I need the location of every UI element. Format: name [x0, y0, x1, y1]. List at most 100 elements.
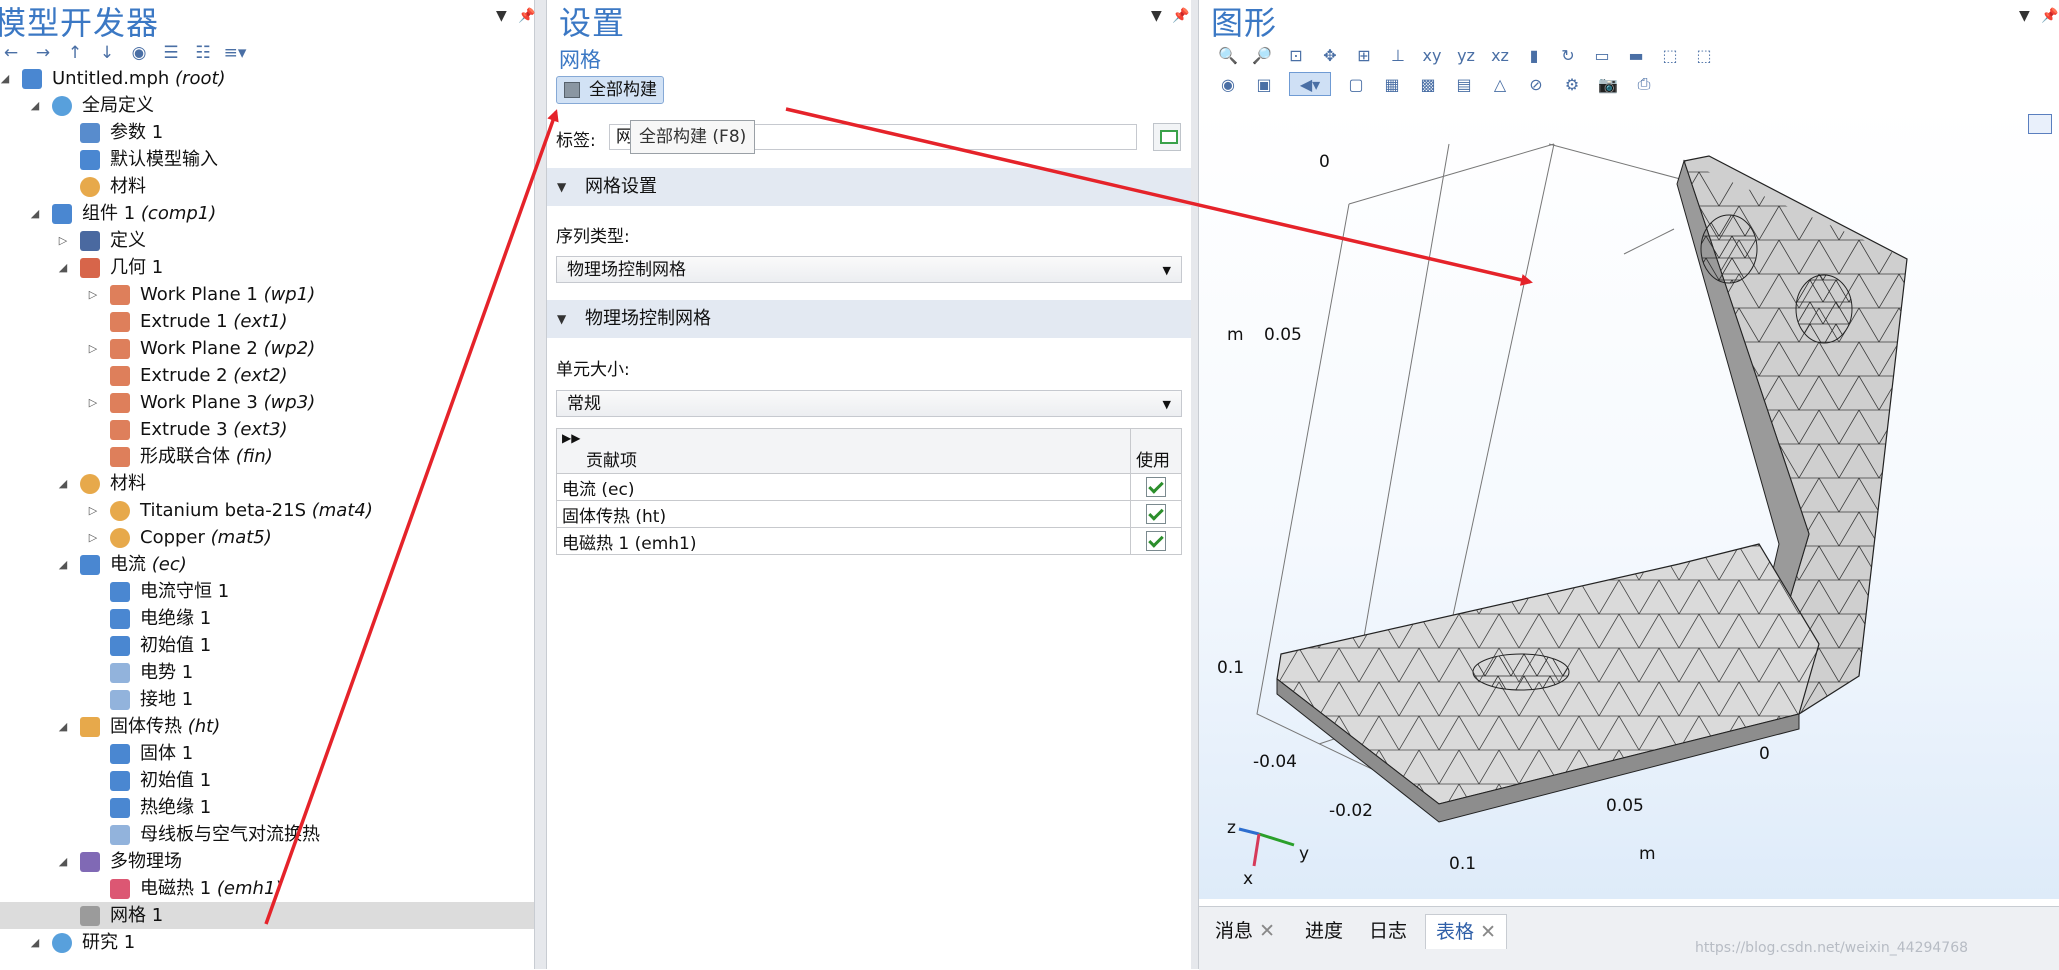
wireframe-icon[interactable]: ▢ [1345, 73, 1367, 95]
axes-icon[interactable]: ⊥ [1387, 44, 1409, 66]
transparency-icon[interactable]: ◀▾ [1289, 72, 1331, 96]
zoom-out-icon[interactable]: 🔎 [1251, 44, 1273, 66]
tab-table[interactable]: 表格 ✕ [1425, 914, 1507, 949]
view-yz-icon[interactable]: yz [1455, 44, 1477, 66]
gradient-canvas[interactable]: 0 m 0.05 0.1 -0.04 -0.02 0 0.05 0.1 m z … [1199, 104, 2059, 899]
clear-selection-icon[interactable]: ⬚ [1693, 44, 1715, 66]
tree-item[interactable]: 电绝缘 1 [0, 605, 534, 632]
close-icon[interactable]: ✕ [1480, 921, 1496, 943]
table-row[interactable]: 固体传热 (ht) [556, 500, 1182, 528]
tree-item[interactable]: Extrude 3 (ext3) [0, 416, 534, 443]
tree-item[interactable]: ◢ 固体传热 (ht) [0, 713, 534, 740]
tree-item[interactable]: 电流守恒 1 [0, 578, 534, 605]
image-snapshot-icon[interactable]: 📷 [1597, 73, 1619, 95]
tab-messages[interactable]: 消息 ✕ [1205, 914, 1285, 948]
mesh-geometry[interactable] [1199, 104, 2059, 899]
tree-item[interactable]: ◢ 材料 [0, 470, 534, 497]
tree-item[interactable]: 初始值 1 [0, 632, 534, 659]
mesh-settings-section[interactable]: ▼ 网格设置 [547, 168, 1191, 206]
tree-item[interactable]: ▷ Work Plane 2 (wp2) [0, 335, 534, 362]
tree-item[interactable]: 初始值 1 [0, 767, 534, 794]
scene-icon[interactable] [2028, 114, 2052, 134]
tree-item[interactable]: Extrude 2 (ext2) [0, 362, 534, 389]
tree-item[interactable]: 网格 1 [0, 902, 534, 929]
tree-item[interactable]: 热绝缘 1 [0, 794, 534, 821]
view-xz-icon[interactable]: xz [1489, 44, 1511, 66]
collapse-toggle-icon[interactable]: ◢ [28, 929, 42, 956]
tab-progress[interactable]: 进度 [1295, 914, 1353, 948]
physics-controlled-section[interactable]: ▼ 物理场控制网格 [547, 300, 1191, 338]
hide-icon[interactable]: ⊘ [1525, 73, 1547, 95]
render-icon[interactable]: ▩ [1417, 73, 1439, 95]
tree-item[interactable]: ◢ 多物理场 [0, 848, 534, 875]
print-icon[interactable]: ⎙ [1633, 73, 1655, 95]
zoom-in-icon[interactable]: 🔍 [1217, 44, 1239, 66]
tree-item[interactable]: ◢ 全局定义 [0, 92, 534, 119]
move-down-icon[interactable]: ↓ [96, 42, 118, 64]
tree-item[interactable]: ▷ Work Plane 1 (wp1) [0, 281, 534, 308]
pin-icon[interactable]: 📌 [1172, 8, 1189, 24]
tree-item[interactable]: ▷ Work Plane 3 (wp3) [0, 389, 534, 416]
tree-item[interactable]: 材料 [0, 173, 534, 200]
close-icon[interactable]: ✕ [1259, 920, 1275, 942]
expand-toggle-icon[interactable]: ▷ [86, 524, 100, 551]
move-up-icon[interactable]: ↑ [64, 42, 86, 64]
select-domain-icon[interactable]: ▬ [1625, 44, 1647, 66]
grid-icon[interactable]: △ [1489, 73, 1511, 95]
select-box-icon[interactable]: ⬚ [1659, 44, 1681, 66]
table-row[interactable]: 电流 (ec) [556, 473, 1182, 501]
expand-toggle-icon[interactable]: ▷ [86, 281, 100, 308]
pin-icon[interactable]: 📌 [518, 8, 535, 24]
expand-toggle-icon[interactable]: ▷ [86, 389, 100, 416]
build-all-button[interactable]: 全部构建 [556, 76, 664, 104]
back-arrow-icon[interactable]: ← [0, 42, 22, 64]
tree-item[interactable]: Extrude 1 (ext1) [0, 308, 534, 335]
tree-options-icon[interactable]: ≡▾ [224, 42, 247, 64]
tree-item[interactable]: ◢ 几何 1 [0, 254, 534, 281]
collapse-all-icon[interactable]: ☷ [192, 42, 214, 64]
settings-icon[interactable]: ⚙ [1561, 73, 1583, 95]
expand-toggle-icon[interactable]: ▷ [56, 227, 70, 254]
tree-item[interactable]: ▷ Copper (mat5) [0, 524, 534, 551]
expand-icon[interactable]: ▶▶ [562, 432, 1125, 444]
reset-label-icon[interactable] [1153, 123, 1181, 151]
fit-icon[interactable]: ⊞ [1353, 44, 1375, 66]
scene-light-icon[interactable]: ▦ [1381, 73, 1403, 95]
tree-item[interactable]: ▷ 定义 [0, 227, 534, 254]
collapse-toggle-icon[interactable]: ◢ [56, 848, 70, 875]
collapse-toggle-icon[interactable]: ◢ [56, 470, 70, 497]
collapse-toggle-icon[interactable]: ◢ [28, 200, 42, 227]
collapse-toggle-icon[interactable]: ◢ [56, 254, 70, 281]
pane-menu-icon[interactable]: ▼ [1151, 8, 1162, 24]
element-size-select[interactable]: 常规 ▼ [556, 390, 1182, 417]
tree-item[interactable]: 电势 1 [0, 659, 534, 686]
expand-toggle-icon[interactable]: ▷ [86, 497, 100, 524]
pin-icon[interactable]: 📌 [2041, 8, 2058, 24]
zoom-box-icon[interactable]: ⊡ [1285, 44, 1307, 66]
expand-all-icon[interactable]: ☰ [160, 42, 182, 64]
collapse-toggle-icon[interactable]: ◢ [0, 65, 12, 92]
collapse-toggle-icon[interactable]: ◢ [56, 551, 70, 578]
expand-toggle-icon[interactable]: ▷ [86, 335, 100, 362]
show-icon[interactable]: ◉ [128, 42, 150, 64]
tab-log[interactable]: 日志 [1359, 914, 1417, 948]
camera-icon[interactable]: ▮ [1523, 44, 1545, 66]
views-icon[interactable]: ▣ [1253, 73, 1275, 95]
pane-menu-icon[interactable]: ▼ [2019, 8, 2030, 24]
zoom-extents-icon[interactable]: ✥ [1319, 44, 1341, 66]
tree-item[interactable]: 默认模型输入 [0, 146, 534, 173]
collapse-toggle-icon[interactable]: ◢ [56, 713, 70, 740]
view-xy-icon[interactable]: xy [1421, 44, 1443, 66]
collapse-toggle-icon[interactable]: ◢ [28, 92, 42, 119]
mesh-render-icon[interactable]: ▤ [1453, 73, 1475, 95]
tree-item[interactable]: 固体 1 [0, 740, 534, 767]
tree-item[interactable]: 接地 1 [0, 686, 534, 713]
use-checkbox[interactable] [1146, 477, 1166, 497]
tree-item[interactable]: ◢ 电流 (ec) [0, 551, 534, 578]
tree-item[interactable]: ◢ 组件 1 (comp1) [0, 200, 534, 227]
eye-icon[interactable]: ◉ [1217, 73, 1239, 95]
tree-item[interactable]: 母线板与空气对流换热 [0, 821, 534, 848]
select-icon[interactable]: ▭ [1591, 44, 1613, 66]
table-row[interactable]: 电磁热 1 (emh1) [556, 527, 1182, 555]
use-checkbox[interactable] [1146, 504, 1166, 524]
